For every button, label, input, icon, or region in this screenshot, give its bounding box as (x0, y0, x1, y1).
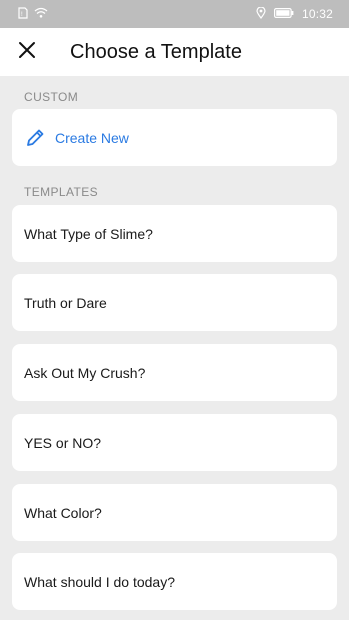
page-title: Choose a Template (70, 40, 242, 63)
location-icon (256, 5, 266, 22)
create-new-label: Create New (55, 129, 129, 146)
svg-text:!: ! (21, 11, 23, 18)
template-item[interactable]: What Color? (12, 484, 337, 541)
custom-section-label: CUSTOM (24, 90, 79, 104)
template-label: Truth or Dare (24, 294, 107, 311)
close-button[interactable] (0, 28, 54, 76)
status-left: ! (18, 6, 48, 22)
close-icon (18, 41, 36, 64)
status-right: 10:32 (256, 5, 333, 22)
template-label: What Type of Slime? (24, 225, 153, 242)
templates-section-label: TEMPLATES (24, 185, 99, 199)
status-time: 10:32 (301, 7, 333, 21)
create-new-button[interactable]: Create New (12, 109, 337, 166)
template-item[interactable]: YES or NO? (12, 414, 337, 471)
template-item[interactable]: Ask Out My Crush? (12, 344, 337, 401)
wifi-icon (34, 7, 48, 21)
template-item[interactable]: Truth or Dare (12, 274, 337, 331)
status-bar: ! 10:32 (0, 0, 349, 28)
template-item[interactable]: What should I do today? (12, 553, 337, 610)
pencil-icon (24, 127, 46, 149)
template-label: What should I do today? (24, 573, 175, 590)
battery-icon (273, 7, 294, 21)
template-label: YES or NO? (24, 434, 102, 451)
template-item[interactable]: What Type of Slime? (12, 205, 337, 262)
template-label: Ask Out My Crush? (24, 364, 146, 381)
sim-icon: ! (18, 6, 28, 22)
app-bar: Choose a Template (0, 28, 349, 76)
template-label: What Color? (24, 504, 102, 521)
